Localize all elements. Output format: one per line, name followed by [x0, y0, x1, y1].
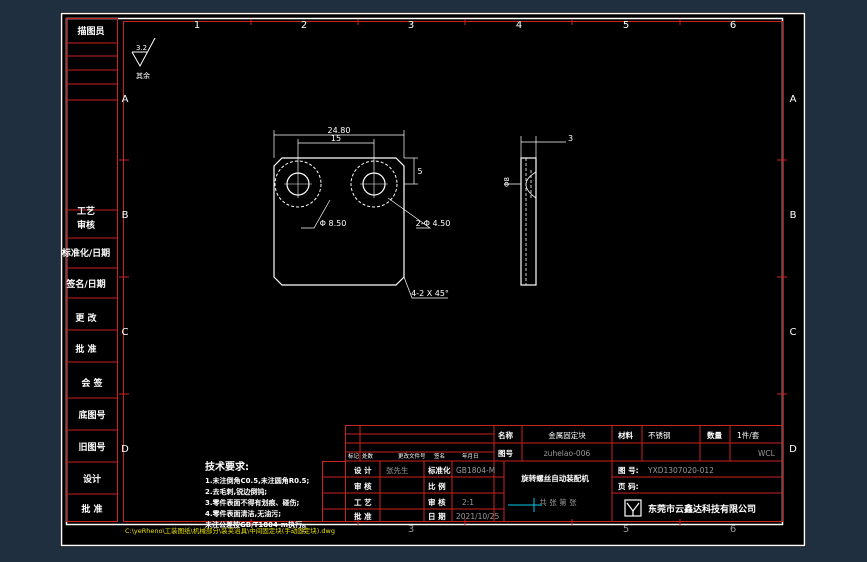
scale-label: 比 例 [428, 481, 446, 491]
zone-row-c-right: C [790, 327, 797, 338]
rev-col-0: 标记 [348, 452, 360, 460]
zone-col-bottom-6: 6 [730, 524, 736, 535]
tech-req-line-4: 4.零件表面清洁,无油污; [205, 509, 281, 518]
left-strip-label-6: 批 准 [75, 343, 96, 355]
zone-row-a-right: A [790, 94, 797, 105]
left-strip-label-7: 会 签 [81, 377, 103, 389]
row-review: 审 核 [354, 481, 372, 491]
material: 不锈钢 [648, 430, 671, 440]
zone-col-4: 4 [516, 20, 522, 31]
row-design-value: 张先生 [386, 465, 409, 475]
surface-finish-note: 其余 [136, 71, 150, 80]
date-label: 日 期 [428, 511, 446, 521]
part-name: 金属固定块 [548, 430, 586, 440]
dim-chamfer: 4-2 X 45° [411, 289, 449, 298]
drawing-no: zuhelao-006 [544, 449, 591, 458]
dim-thickness: 3 [568, 134, 573, 143]
left-strip-top-label: 描图员 [77, 25, 104, 37]
project-name: 旋转螺丝自动装配机 [520, 473, 589, 483]
date: 2021/10/25 [456, 512, 499, 521]
designer: WCL [758, 449, 776, 458]
left-strip-label-2: 审核 [77, 219, 95, 231]
zone-row-d: D [121, 444, 129, 455]
rev-col-5: 年月日 [462, 452, 479, 460]
zone-col-1: 1 [194, 20, 200, 31]
rev-col-4: 签名 [434, 452, 445, 460]
company-name: 东莞市云鑫达科技有限公司 [648, 503, 756, 515]
zone-row-c: C [122, 327, 129, 338]
zone-row-d-right: D [789, 444, 797, 455]
dim-spacing: 15 [331, 134, 341, 143]
material-label: 材料 [618, 430, 633, 440]
tech-req-line-1: 1.未注倒角C0.5,未注圆角R0.5; [205, 476, 310, 485]
scale: 2:1 [462, 498, 474, 507]
zone-col-bottom-3: 3 [408, 524, 414, 535]
part-name-label: 名称 [498, 430, 513, 440]
part-code: YXD1307020-012 [647, 466, 714, 475]
qty-label: 数量 [707, 430, 722, 440]
zone-row-a: A [122, 94, 129, 105]
tech-req-line-2: 2.去毛刺,锐边倒钝; [205, 487, 267, 496]
zone-row-b-right: B [790, 210, 797, 221]
left-strip-label-9: 旧图号 [78, 441, 105, 453]
drawing-no-label: 图号 [498, 449, 513, 458]
dim-hole-small: Φ 8.50 [320, 219, 347, 228]
cad-drawing: 1 2 3 4 5 6 2 3 5 6 A B C D A B C D 描图员 … [60, 12, 806, 547]
left-strip-label-11: 批 准 [81, 503, 102, 515]
left-strip-label-10: 设计 [83, 473, 101, 485]
zone-col-3: 3 [408, 20, 414, 31]
standard-label: 标准化 [427, 465, 451, 475]
part-code-label: 图 号: [618, 466, 639, 475]
zone-col-bottom-5: 5 [623, 524, 629, 535]
file-path: C:\yeRheno\工装图纸\机械部分\装夹治具\中间固定块(手动固定块).d… [125, 526, 335, 535]
row-approve: 批 准 [354, 511, 372, 521]
qty: 1件/套 [737, 430, 760, 440]
row-design: 设 计 [354, 465, 372, 475]
surface-finish-value: 3.2 [136, 44, 147, 52]
zone-row-b: B [122, 210, 129, 221]
tech-req-title: 技术要求: [205, 460, 249, 473]
zone-col-2: 2 [301, 20, 307, 31]
rev-col-3: 更改文件号 [398, 452, 426, 460]
sheet-info: 共 张 第 张 [539, 497, 577, 507]
left-strip-label-5: 更 改 [75, 312, 97, 324]
zone-col-6: 6 [730, 20, 736, 31]
dim-side-note: Φ8 [503, 177, 511, 187]
review-label: 审 核 [428, 497, 446, 507]
tech-req-line-3: 3.零件表面不得有划痕、碰伤; [205, 498, 300, 507]
standard: GB1804-M [456, 466, 495, 475]
row-process: 工 艺 [354, 497, 372, 507]
dim-hole-pair: 2-Φ 4.50 [416, 219, 451, 228]
zone-col-5: 5 [623, 20, 629, 31]
left-strip-label-4: 签名/日期 [65, 278, 105, 290]
rev-col-1: 处数 [362, 452, 374, 460]
left-strip-label-1: 工艺 [77, 205, 95, 217]
left-strip-label-3: 标准化/日期 [61, 247, 110, 259]
dim-offset: 5 [417, 167, 422, 176]
page-label: 页 码: [618, 482, 639, 491]
left-strip-label-8: 底图号 [78, 409, 105, 421]
